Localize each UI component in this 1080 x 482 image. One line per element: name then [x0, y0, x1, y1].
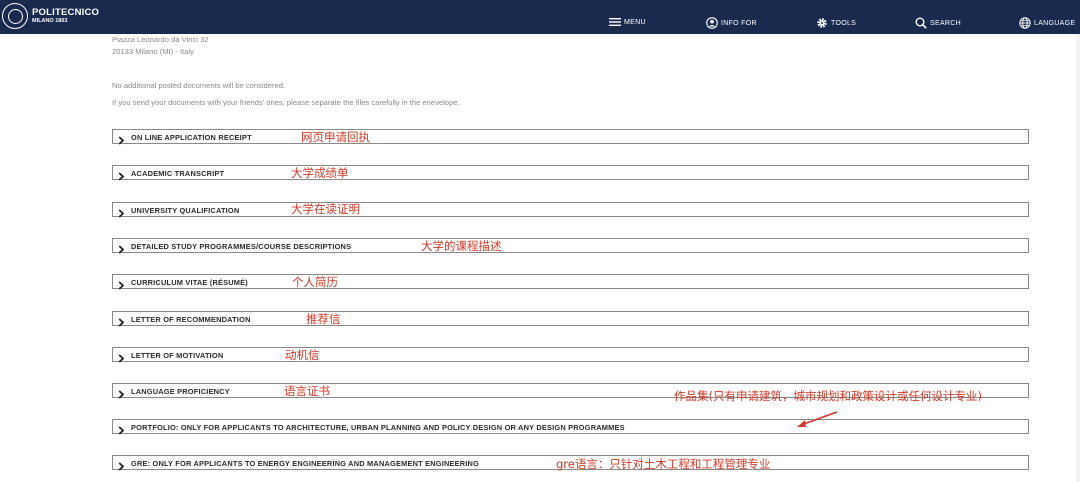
chevron-right-icon — [118, 458, 125, 476]
globe-icon — [1019, 17, 1031, 29]
chevron-right-icon — [118, 205, 125, 223]
accordion-item-university-qualification[interactable]: UNIVERSITY QUALIFICATION — [112, 202, 1029, 218]
handwritten-annotation-portfolio: 作品集(只有申请建筑，城市规划和政策设计或任何设计专业) — [674, 389, 982, 403]
logo-text: POLITECNICO MILANO 1863 — [32, 8, 99, 24]
notice-separate-files: If you send your documents with your fri… — [112, 98, 460, 107]
accordion-label: GRE: ONLY FOR APPLICANTS TO ENERGY ENGIN… — [131, 459, 480, 468]
chevron-right-icon — [118, 350, 125, 368]
accordion-item-letter-of-recommendation[interactable]: LETTER OF RECOMMENDATION — [112, 311, 1029, 327]
nav-menu-label: MENU — [624, 18, 646, 26]
nav-search-label: SEARCH — [930, 19, 961, 27]
handwritten-annotation: 语言证书 — [284, 384, 330, 398]
accordion-label: PORTFOLIO: ONLY FOR APPLICANTS TO ARCHIT… — [131, 423, 625, 432]
handwritten-annotation: 网页申请回执 — [301, 130, 370, 144]
accordion-label: LETTER OF MOTIVATION — [131, 351, 224, 360]
accordion-item-curriculum-vitae[interactable]: CURRICULUM VITAE (RÉSUMÉ) — [112, 274, 1029, 290]
arrow-annotation-icon — [797, 411, 838, 427]
chevron-right-icon — [118, 422, 125, 440]
page-content: Piazza Leonardo da Vinci 32 20133 Milano… — [0, 34, 1080, 482]
accordion-label: CURRICULUM VITAE (RÉSUMÉ) — [131, 278, 248, 287]
chevron-right-icon — [118, 277, 125, 295]
nav-tools-label: TOOLS — [831, 19, 857, 27]
nav-search-button[interactable]: SEARCH — [915, 17, 961, 29]
nav-tools-button[interactable]: TOOLS — [816, 17, 856, 29]
accordion-label: ACADEMIC TRANSCRIPT — [131, 169, 225, 178]
search-icon — [915, 17, 927, 29]
nav-language-button[interactable]: LANGUAGE — [1019, 17, 1075, 29]
chevron-right-icon — [118, 168, 125, 186]
menu-icon — [609, 17, 621, 27]
university-seal-icon — [2, 3, 28, 29]
logo-subtitle: MILANO 1863 — [32, 17, 68, 24]
accordion-item-letter-of-motivation[interactable]: LETTER OF MOTIVATION — [112, 347, 1029, 363]
chevron-right-icon — [118, 314, 125, 332]
accordion-label: LANGUAGE PROFICIENCY — [131, 387, 230, 396]
nav-info-for-button[interactable]: INFO FOR — [706, 17, 757, 29]
accordion-item-online-application-receipt[interactable]: ON LINE APPLICATION RECEIPT — [112, 129, 1029, 145]
handwritten-annotation: 推荐信 — [306, 312, 341, 326]
accordion-item-academic-transcript[interactable]: ACADEMIC TRANSCRIPT — [112, 165, 1029, 181]
accordion-label: ON LINE APPLICATION RECEIPT — [131, 133, 252, 142]
accordion-label: UNIVERSITY QUALIFICATION — [131, 206, 240, 215]
address-line-1: Piazza Leonardo da Vinci 32 — [112, 35, 209, 44]
handwritten-annotation: 动机信 — [285, 348, 320, 362]
handwritten-annotation: gre语言：只针对土木工程和工程管理专业 — [556, 457, 771, 471]
logo[interactable]: POLITECNICO MILANO 1863 — [2, 3, 99, 29]
handwritten-annotation: 大学的课程描述 — [421, 239, 502, 253]
accordion-item-portfolio[interactable]: PORTFOLIO: ONLY FOR APPLICANTS TO ARCHIT… — [112, 419, 1029, 435]
top-navigation-bar: POLITECNICO MILANO 1863 MENU INFO FOR TO… — [0, 0, 1080, 34]
handwritten-annotation: 大学在读证明 — [291, 202, 360, 216]
accordion-label: DETAILED STUDY PROGRAMMES/COURSE DESCRIP… — [131, 242, 352, 251]
nav-menu-button[interactable]: MENU — [609, 17, 646, 27]
chevron-right-icon — [118, 386, 125, 404]
handwritten-annotation: 大学成绩单 — [291, 166, 349, 180]
address-line-2: 20133 Milano (MI) - Italy — [112, 47, 194, 56]
handwritten-annotation: 个人简历 — [292, 275, 338, 289]
user-icon — [706, 17, 718, 29]
accordion-label: LETTER OF RECOMMENDATION — [131, 315, 251, 324]
notice-no-additional-documents: No additional posted documents will be c… — [112, 81, 286, 90]
logo-name: POLITECNICO — [32, 7, 100, 18]
chevron-right-icon — [118, 241, 125, 259]
accordion-item-course-descriptions[interactable]: DETAILED STUDY PROGRAMMES/COURSE DESCRIP… — [112, 238, 1029, 254]
nav-info-for-label: INFO FOR — [721, 19, 757, 27]
chevron-right-icon — [118, 132, 125, 150]
page-scrollbar[interactable] — [1076, 34, 1080, 482]
gear-icon — [816, 17, 828, 29]
nav-language-label: LANGUAGE — [1034, 19, 1076, 27]
